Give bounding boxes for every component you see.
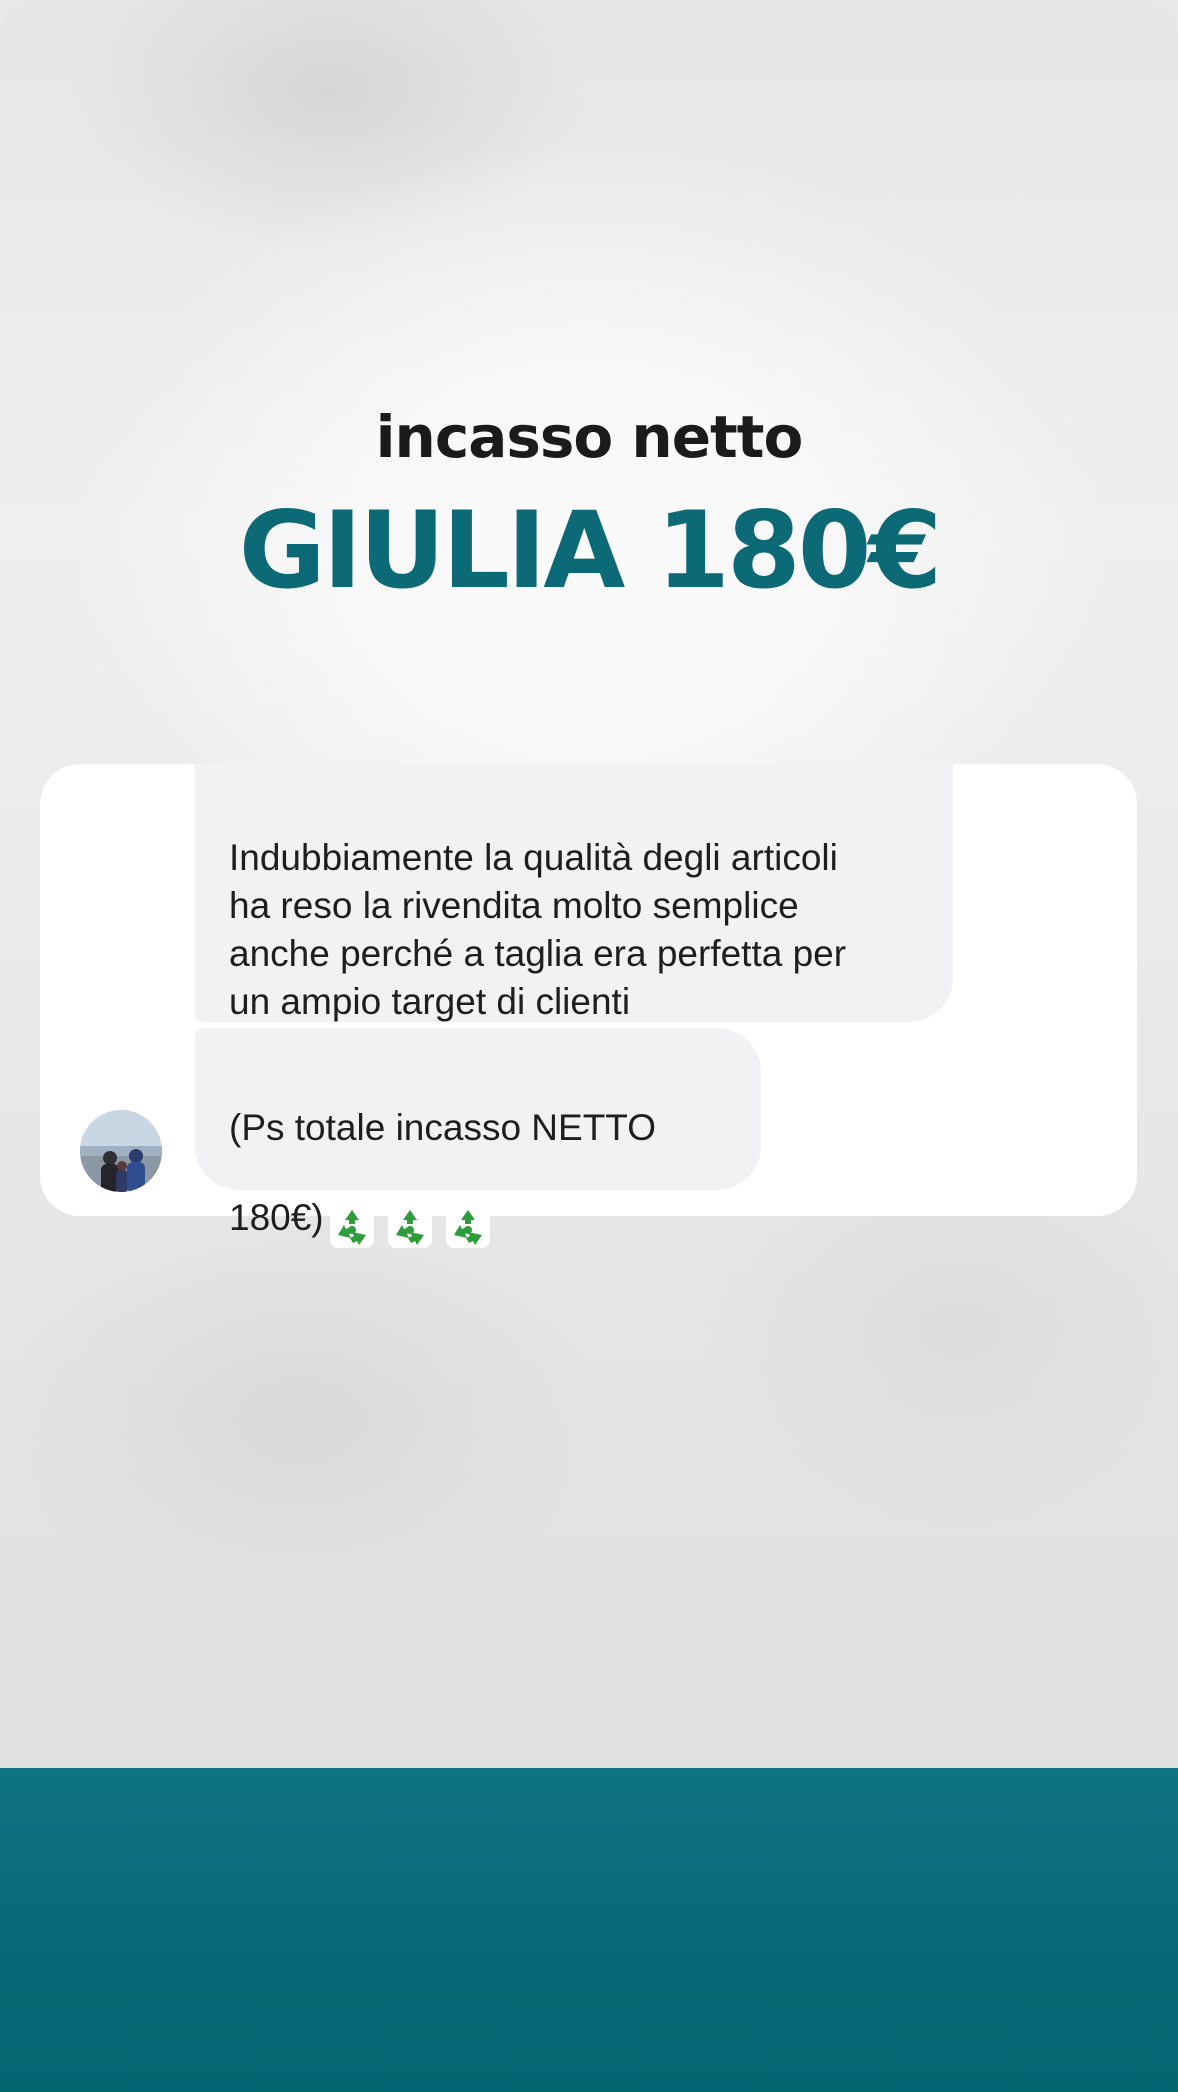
chat-screenshot-card: Indubbiamente la qualità degli articoli … bbox=[40, 764, 1137, 1249]
avatar bbox=[80, 1110, 162, 1192]
bottom-band bbox=[0, 1768, 1178, 2092]
subtitle-heading: incasso netto bbox=[375, 403, 804, 471]
message-bubble: Indubbiamente la qualità degli articoli … bbox=[195, 764, 953, 1022]
recycle-icon bbox=[387, 1204, 432, 1249]
recycle-icon bbox=[329, 1204, 374, 1249]
emoji-group bbox=[328, 1152, 502, 1250]
message-bubble: (Ps totale incasso NETTO 180€) bbox=[195, 1028, 761, 1249]
profile-photo-icon bbox=[80, 1110, 162, 1192]
message-text: Indubbiamente la qualità degli articoli … bbox=[229, 837, 847, 1022]
title-heading: GIULIA 180€ bbox=[238, 489, 942, 612]
recycle-icon bbox=[445, 1204, 490, 1249]
